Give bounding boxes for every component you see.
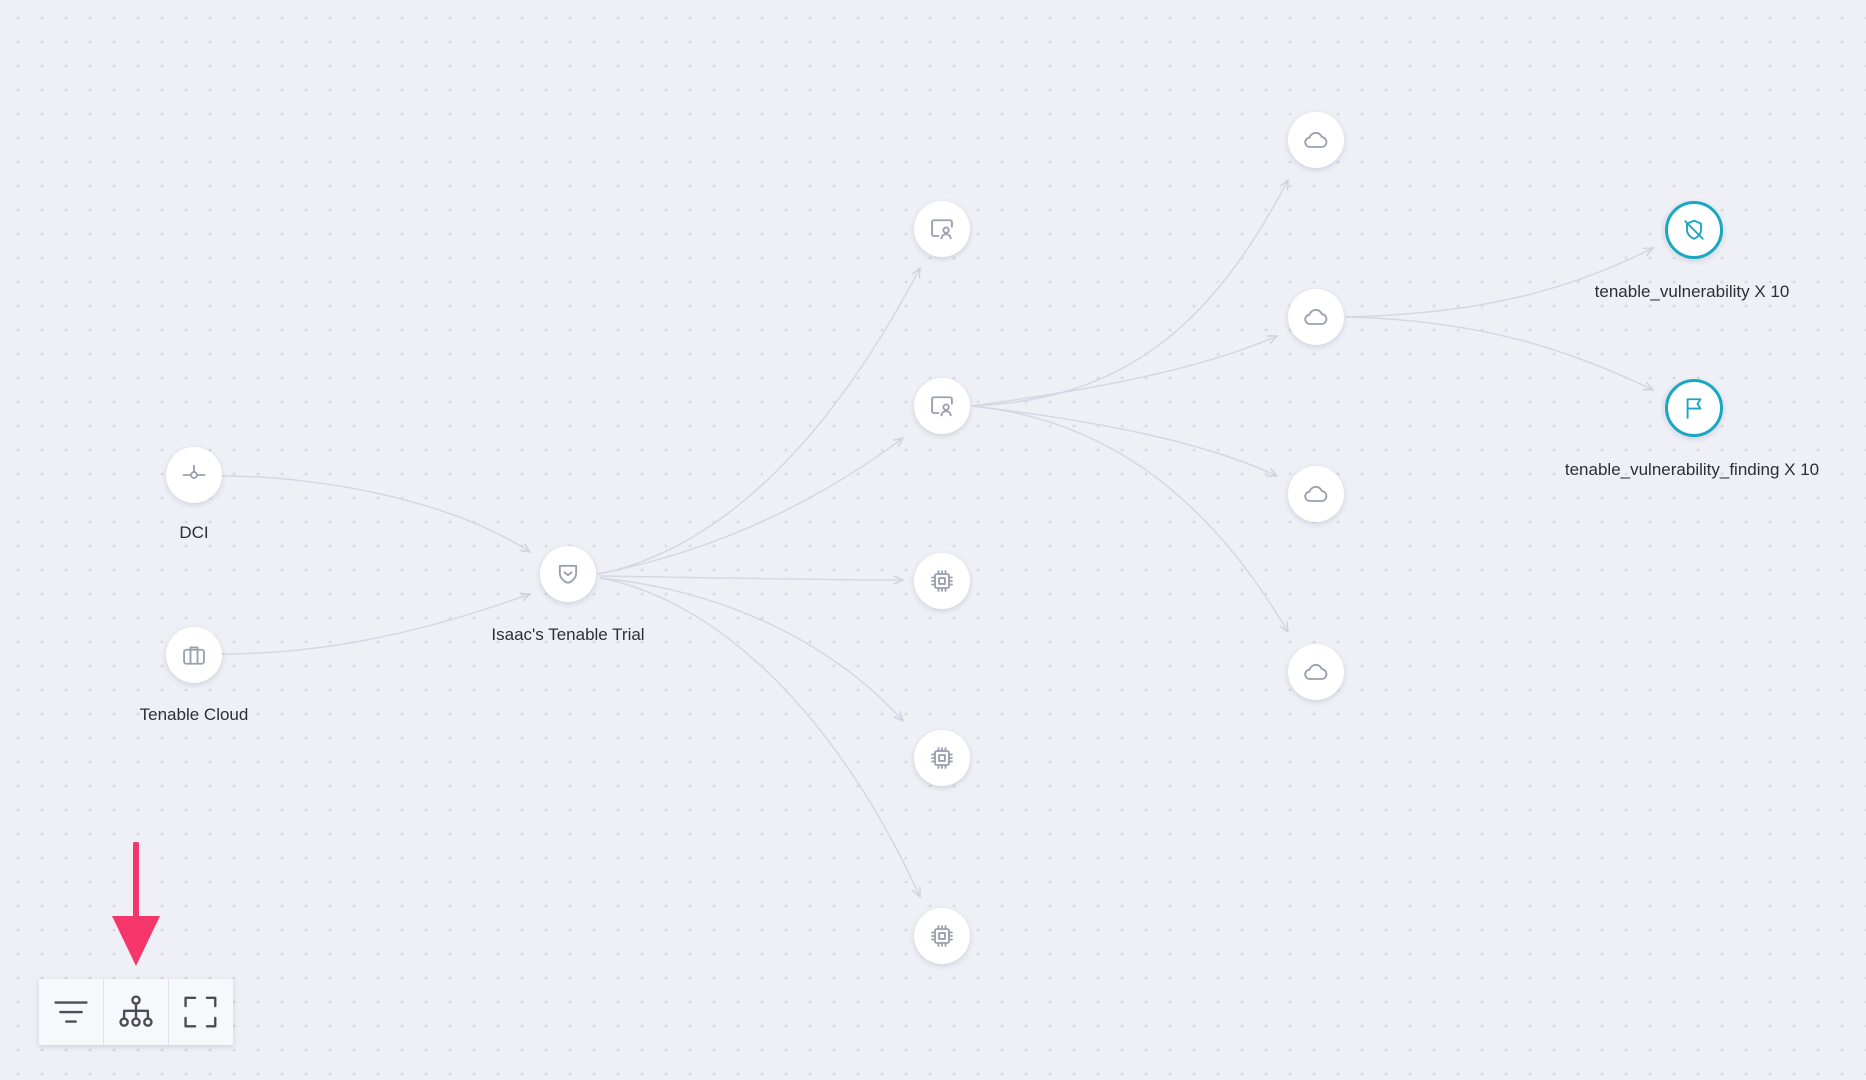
filter-button[interactable] [39,979,104,1045]
node-cloud-a[interactable] [1288,112,1344,168]
node-chip-c[interactable] [914,908,970,964]
hierarchy-layout-button[interactable] [104,979,169,1045]
node-cloud-b[interactable] [1288,289,1344,345]
node-vulnerability[interactable] [1665,201,1723,259]
shield-off-icon [1684,219,1704,240]
graph-toolbar [39,979,233,1045]
node-vulnerability-finding-label: tenable_vulnerability_finding X 10 [1564,460,1820,479]
edge-trial-chip-c [599,577,920,897]
node-trial[interactable] [540,546,596,602]
chip-icon [931,570,953,592]
edge-trial-chip-a [599,576,903,580]
node-vulnerability-label: tenable_vulnerability X 10 [1594,282,1790,301]
edge-dci-trial [221,475,530,552]
node-tenable-cloud-label: Tenable Cloud [139,705,249,724]
edge-user-b-cloud-a [971,180,1288,407]
hierarchy-icon [119,995,153,1027]
node-tenable-cloud[interactable] [166,627,222,683]
user-screen-icon [931,396,953,417]
user-screen-icon [931,219,953,240]
node-chip-b[interactable] [914,730,970,786]
filter-icon [54,1001,88,1023]
node-cloud-d[interactable] [1288,644,1344,700]
node-dci[interactable] [166,447,222,503]
edge-trial-user-b [597,438,903,575]
node-user-b[interactable] [914,378,970,434]
edge-cloud-b-finding [1345,316,1653,390]
cloud-icon [1304,663,1328,680]
node-cloud-c[interactable] [1288,466,1344,522]
node-trial-label: Isaac's Tenable Trial [491,625,645,644]
cloud-icon [1304,131,1328,148]
fullscreen-icon [184,996,217,1028]
edge-trial-chip-b [599,577,903,721]
node-vulnerability-finding[interactable] [1665,379,1723,437]
edge-user-b-cloud-c [971,405,1277,476]
cloud-icon [1304,485,1328,502]
edge-user-b-cloud-b [971,336,1277,407]
flag-icon [1686,398,1702,419]
annotation-arrow-icon [112,842,160,966]
shield-account-icon [558,564,578,584]
edge-trial-user-a [597,268,920,575]
graph-canvas[interactable]: DCI Tenable Cloud Isaac's Tenable Trial [0,0,1866,1080]
node-dci-label: DCI [179,523,209,542]
briefcase-icon [183,646,205,665]
node-user-a[interactable] [914,201,970,257]
cloud-icon [1304,308,1328,325]
chip-icon [931,747,953,769]
connector-icon [182,464,206,479]
fullscreen-button[interactable] [169,979,233,1045]
node-chip-a[interactable] [914,553,970,609]
edge-tenable-cloud-trial [221,594,530,655]
chip-icon [931,925,953,947]
edge-user-b-cloud-d [971,405,1288,632]
